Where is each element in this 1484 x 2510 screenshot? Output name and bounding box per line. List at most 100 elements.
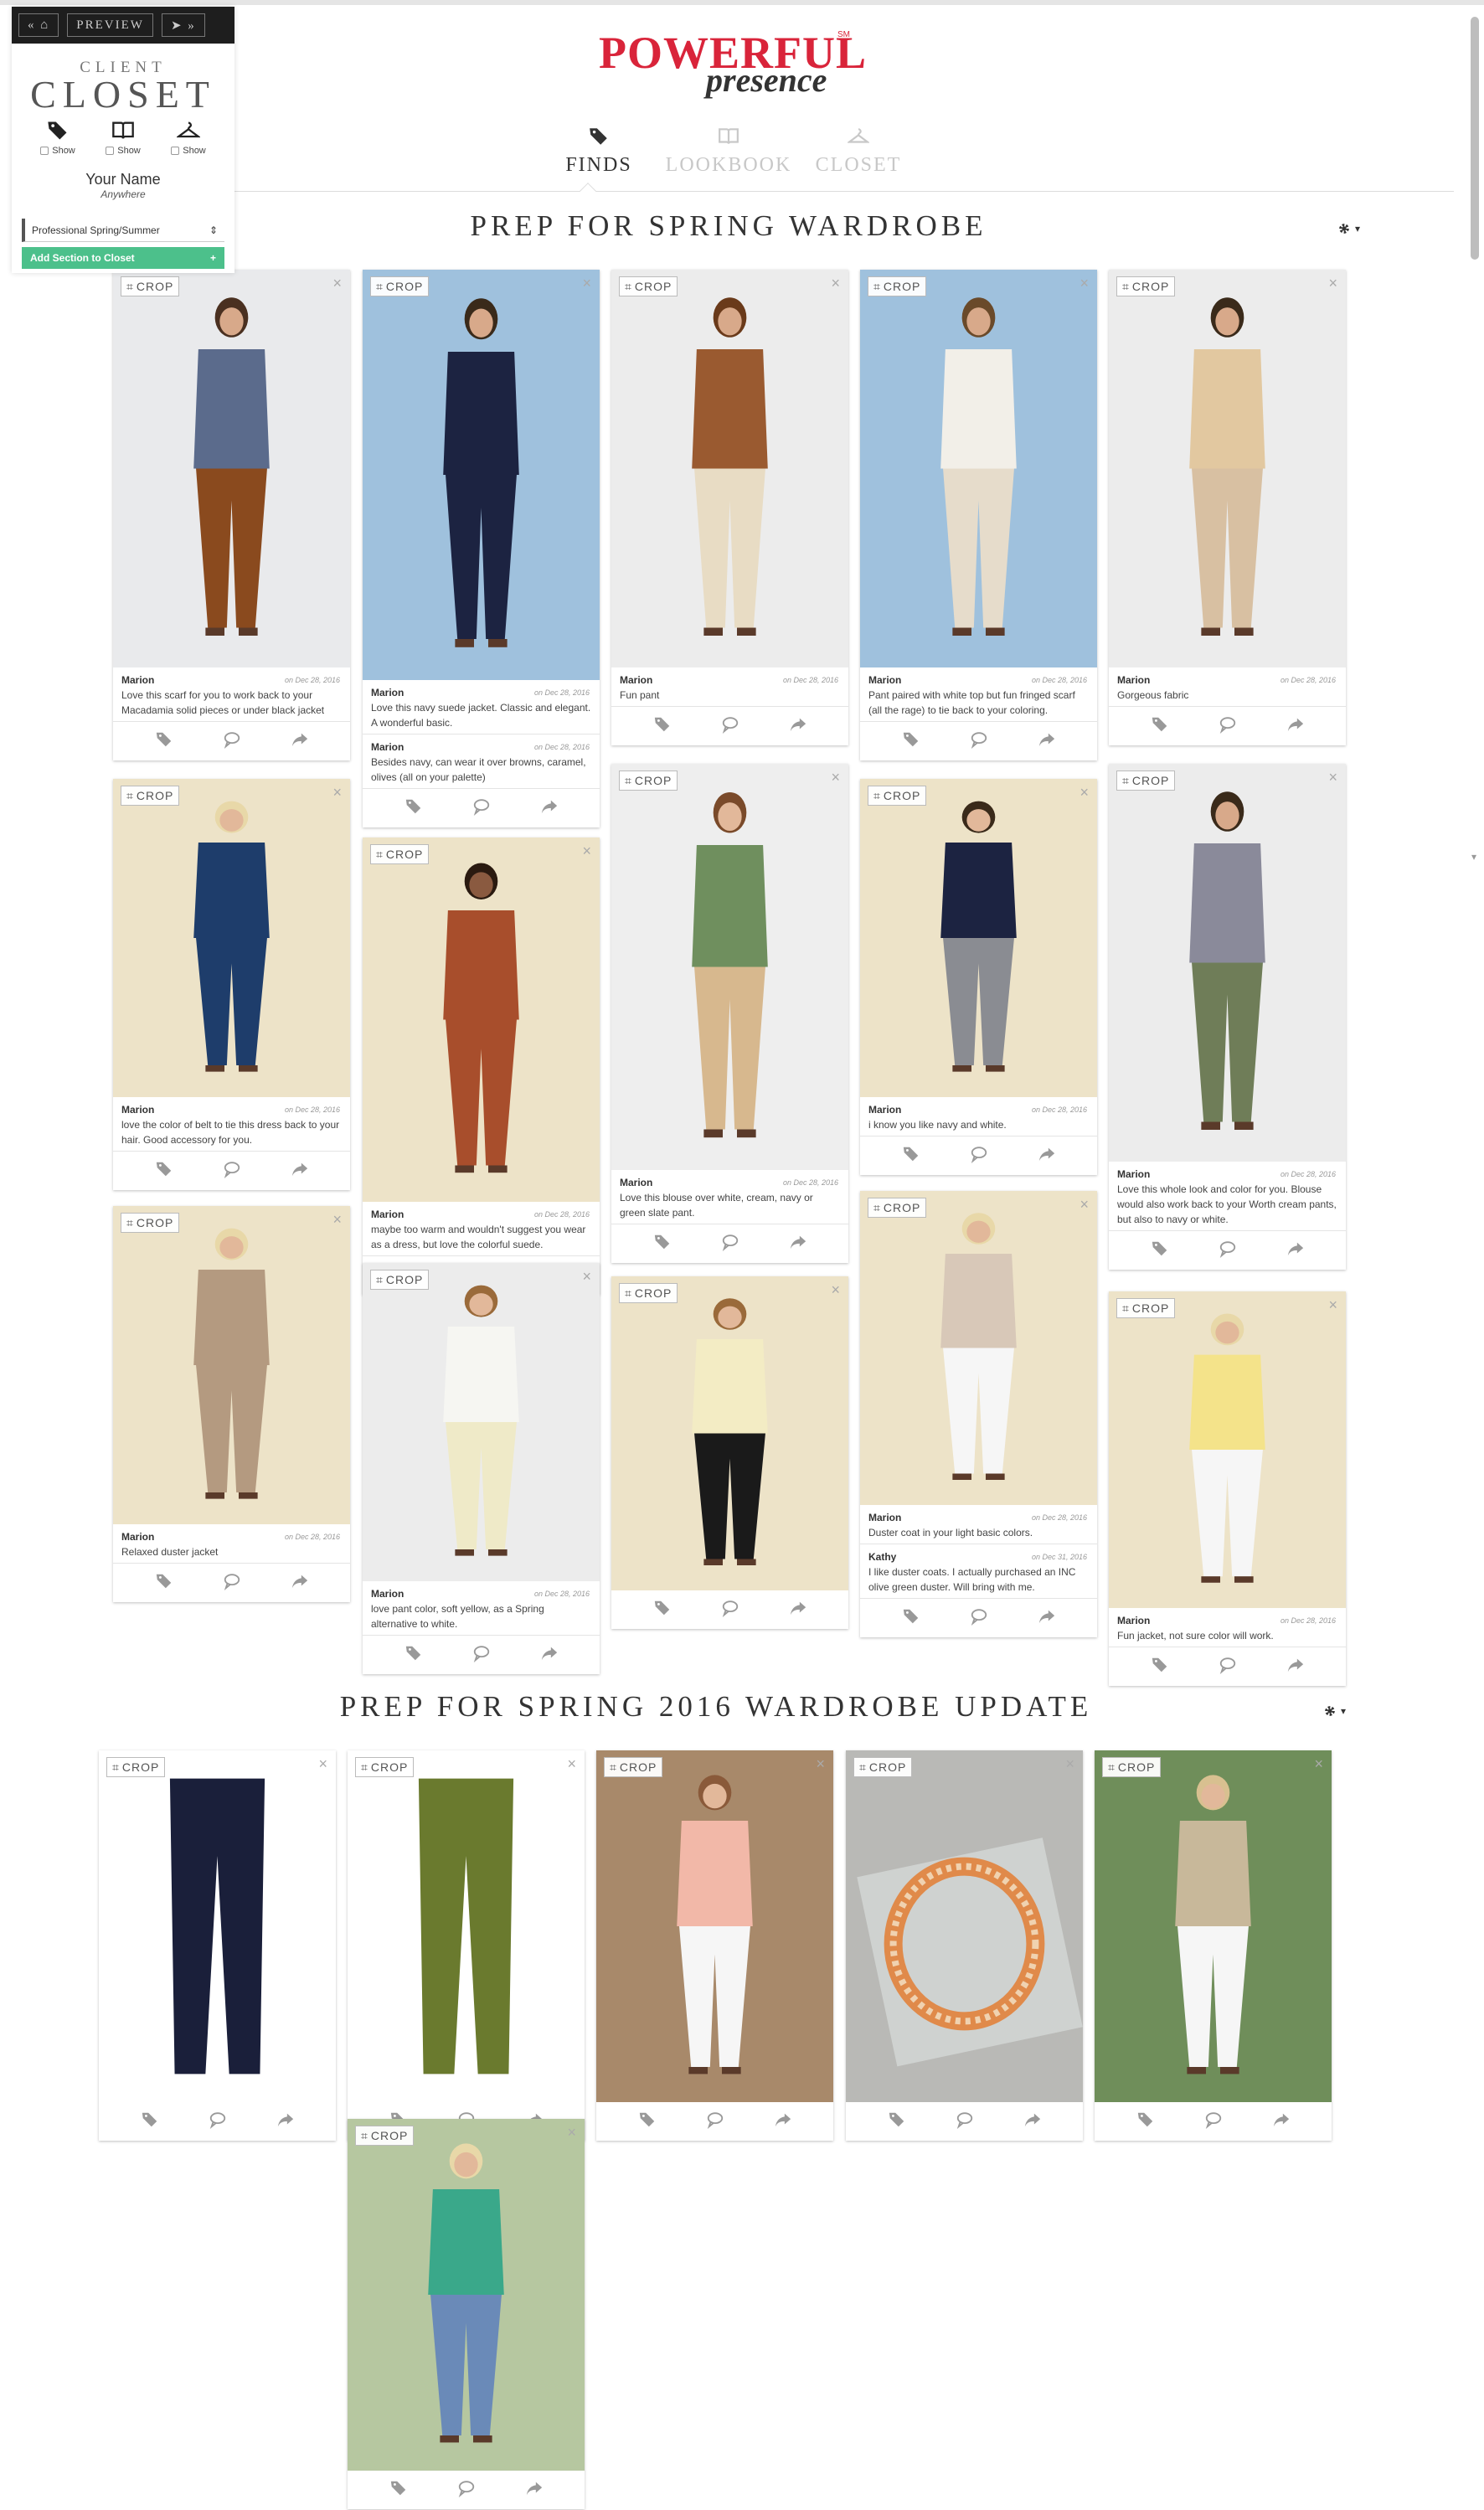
- tag-button[interactable]: [1151, 1656, 1169, 1678]
- tag-button[interactable]: [1151, 715, 1169, 738]
- tag-button[interactable]: [888, 2111, 906, 2133]
- tag-button[interactable]: [902, 1145, 920, 1167]
- product-image[interactable]: ⌗ CROP ×: [113, 779, 350, 1097]
- crop-button[interactable]: ⌗ CROP: [1116, 771, 1176, 791]
- tag-button[interactable]: [902, 730, 920, 753]
- product-image[interactable]: ⌗ CROP ×: [846, 1750, 1083, 2102]
- tag-button[interactable]: [141, 2111, 159, 2133]
- tag-button[interactable]: [155, 1160, 173, 1183]
- product-image[interactable]: ⌗ CROP ×: [1109, 270, 1346, 667]
- comment-button[interactable]: [1219, 1240, 1237, 1262]
- product-image[interactable]: ⌗ CROP ×: [99, 1750, 336, 2102]
- tag-button[interactable]: [404, 1644, 423, 1667]
- product-image[interactable]: ⌗ CROP ×: [348, 1750, 585, 2102]
- product-image[interactable]: ⌗ CROP ×: [348, 2119, 585, 2471]
- crop-button[interactable]: ⌗ CROP: [1116, 276, 1176, 296]
- close-icon[interactable]: ×: [332, 784, 342, 801]
- product-image[interactable]: ⌗ CROP ×: [113, 270, 350, 667]
- crop-button[interactable]: ⌗ CROP: [868, 786, 927, 806]
- close-icon[interactable]: ×: [1080, 784, 1089, 801]
- share-button[interactable]: [291, 730, 309, 753]
- tag-button[interactable]: [1151, 1240, 1169, 1262]
- share-button[interactable]: [1038, 730, 1056, 753]
- section-settings-button[interactable]: ▾: [1322, 1703, 1346, 1719]
- close-icon[interactable]: ×: [831, 275, 840, 292]
- comment-button[interactable]: [721, 715, 739, 738]
- share-button[interactable]: [789, 1233, 807, 1255]
- comment-button[interactable]: [970, 730, 988, 753]
- crop-button[interactable]: ⌗ CROP: [604, 1757, 663, 1777]
- comment-button[interactable]: [956, 2111, 974, 2133]
- comment-button[interactable]: [457, 2479, 476, 2502]
- product-image[interactable]: ⌗ CROP ×: [363, 1263, 600, 1581]
- product-image[interactable]: ⌗ CROP ×: [363, 270, 600, 680]
- crop-button[interactable]: ⌗ CROP: [868, 276, 927, 296]
- crop-button[interactable]: ⌗ CROP: [121, 276, 180, 296]
- close-icon[interactable]: ×: [1080, 275, 1089, 292]
- close-icon[interactable]: ×: [567, 1755, 576, 1773]
- comment-button[interactable]: [721, 1599, 739, 1621]
- close-icon[interactable]: ×: [332, 1211, 342, 1229]
- product-image[interactable]: ⌗ CROP ×: [611, 1276, 848, 1590]
- close-icon[interactable]: ×: [567, 2124, 576, 2141]
- tag-button[interactable]: [902, 1607, 920, 1630]
- tag-button[interactable]: [404, 797, 423, 820]
- close-icon[interactable]: ×: [1314, 1755, 1323, 1773]
- share-button[interactable]: [540, 797, 559, 820]
- comment-button[interactable]: [1204, 2111, 1223, 2133]
- comment-button[interactable]: [706, 2111, 724, 2133]
- tag-button[interactable]: [155, 730, 173, 753]
- preview-button[interactable]: PREVIEW: [67, 13, 153, 37]
- comment-button[interactable]: [223, 1160, 241, 1183]
- share-button[interactable]: [525, 2479, 544, 2502]
- comment-button[interactable]: [721, 1233, 739, 1255]
- product-image[interactable]: ⌗ CROP ×: [611, 764, 848, 1170]
- share-button[interactable]: [1023, 2111, 1042, 2133]
- close-icon[interactable]: ×: [1080, 1196, 1089, 1214]
- crop-button[interactable]: ⌗ CROP: [370, 1270, 430, 1290]
- product-image[interactable]: ⌗ CROP ×: [611, 270, 848, 667]
- crop-button[interactable]: ⌗ CROP: [121, 1213, 180, 1233]
- send-button[interactable]: ➤ »: [161, 13, 205, 37]
- tag-button[interactable]: [653, 1599, 672, 1621]
- show-lookbook-checkbox[interactable]: Show: [106, 146, 141, 156]
- tab-finds[interactable]: FINDS: [536, 126, 662, 184]
- share-button[interactable]: [291, 1160, 309, 1183]
- product-image[interactable]: ⌗ CROP ×: [596, 1750, 833, 2102]
- share-button[interactable]: [276, 2111, 295, 2133]
- tab-lookbook[interactable]: LOOKBOOK: [666, 126, 791, 184]
- share-button[interactable]: [1272, 2111, 1291, 2133]
- product-image[interactable]: ⌗ CROP ×: [860, 1191, 1097, 1505]
- vertical-scrollbar[interactable]: [1471, 17, 1479, 260]
- comment-button[interactable]: [1219, 715, 1237, 738]
- close-icon[interactable]: ×: [816, 1755, 825, 1773]
- share-button[interactable]: [1286, 1656, 1305, 1678]
- close-icon[interactable]: ×: [1065, 1755, 1074, 1773]
- comment-button[interactable]: [970, 1145, 988, 1167]
- crop-button[interactable]: ⌗ CROP: [1102, 1757, 1162, 1777]
- crop-button[interactable]: ⌗ CROP: [370, 844, 430, 864]
- close-icon[interactable]: ×: [582, 275, 591, 292]
- show-closet-checkbox[interactable]: Show: [171, 146, 206, 156]
- share-button[interactable]: [789, 715, 807, 738]
- crop-button[interactable]: ⌗ CROP: [370, 276, 430, 296]
- share-button[interactable]: [1286, 715, 1305, 738]
- product-image[interactable]: ⌗ CROP ×: [113, 1206, 350, 1524]
- add-section-button[interactable]: Add Section to Closet +: [22, 247, 224, 269]
- comment-button[interactable]: [223, 1572, 241, 1595]
- comment-button[interactable]: [970, 1607, 988, 1630]
- product-image[interactable]: ⌗ CROP ×: [1109, 1291, 1346, 1608]
- close-icon[interactable]: ×: [1328, 769, 1337, 786]
- close-icon[interactable]: ×: [1328, 1296, 1337, 1314]
- share-button[interactable]: [1038, 1607, 1056, 1630]
- show-finds-checkbox[interactable]: Show: [40, 146, 75, 156]
- brand-logo[interactable]: POWERFUL SM presence: [599, 27, 866, 99]
- tag-button[interactable]: [653, 715, 672, 738]
- product-image[interactable]: ⌗ CROP ×: [1109, 764, 1346, 1162]
- close-icon[interactable]: ×: [582, 843, 591, 860]
- crop-button[interactable]: ⌗ CROP: [868, 1198, 927, 1218]
- close-icon[interactable]: ×: [582, 1268, 591, 1286]
- product-image[interactable]: ⌗ CROP ×: [1095, 1750, 1332, 2102]
- share-button[interactable]: [774, 2111, 792, 2133]
- share-button[interactable]: [1038, 1145, 1056, 1167]
